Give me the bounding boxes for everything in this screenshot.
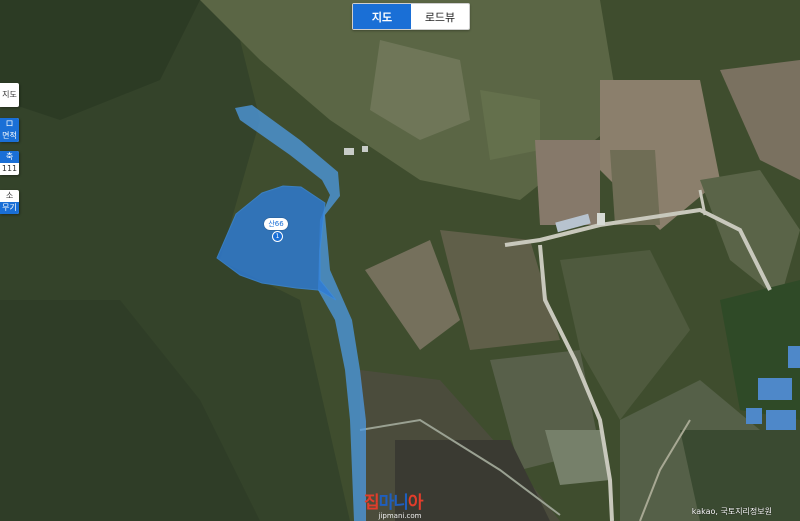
zoom-out-button[interactable]: 소 무기	[0, 190, 19, 214]
watermark-logo-text-3: 아	[407, 493, 424, 513]
watermark-logo-text-1: 집	[364, 493, 380, 513]
map-copyright: kakao, 국토지리정보원	[691, 507, 772, 516]
zoom-in-button[interactable]: 축 111	[0, 151, 19, 175]
area-tool-label: 면적	[0, 130, 19, 142]
map-type-label: 지도	[2, 90, 17, 99]
watermark-url: jipmani.com	[378, 512, 422, 520]
zoom-out-label: 무기	[0, 202, 19, 214]
parcel-number-badge: 1	[272, 231, 283, 242]
zoom-out-icon: 소	[5, 191, 14, 200]
area-tool-icon: ロ	[0, 118, 19, 130]
parcel-label[interactable]: 산66	[264, 218, 288, 230]
map-type-toggle: 지도 로드뷰	[352, 3, 470, 30]
watermark-logo-text-2: 마니	[378, 493, 409, 513]
watermark-logo: 집마니아 jipmani.com	[364, 494, 436, 521]
map-view-button[interactable]: 지도	[353, 4, 411, 29]
map-type-control[interactable]: 지도	[0, 83, 19, 107]
zoom-in-icon: 축	[0, 151, 19, 163]
area-tool-button[interactable]: ロ 면적	[0, 118, 19, 142]
zoom-level-label: 111	[1, 164, 18, 173]
satellite-map[interactable]	[0, 0, 800, 521]
roadview-button[interactable]: 로드뷰	[411, 4, 469, 29]
